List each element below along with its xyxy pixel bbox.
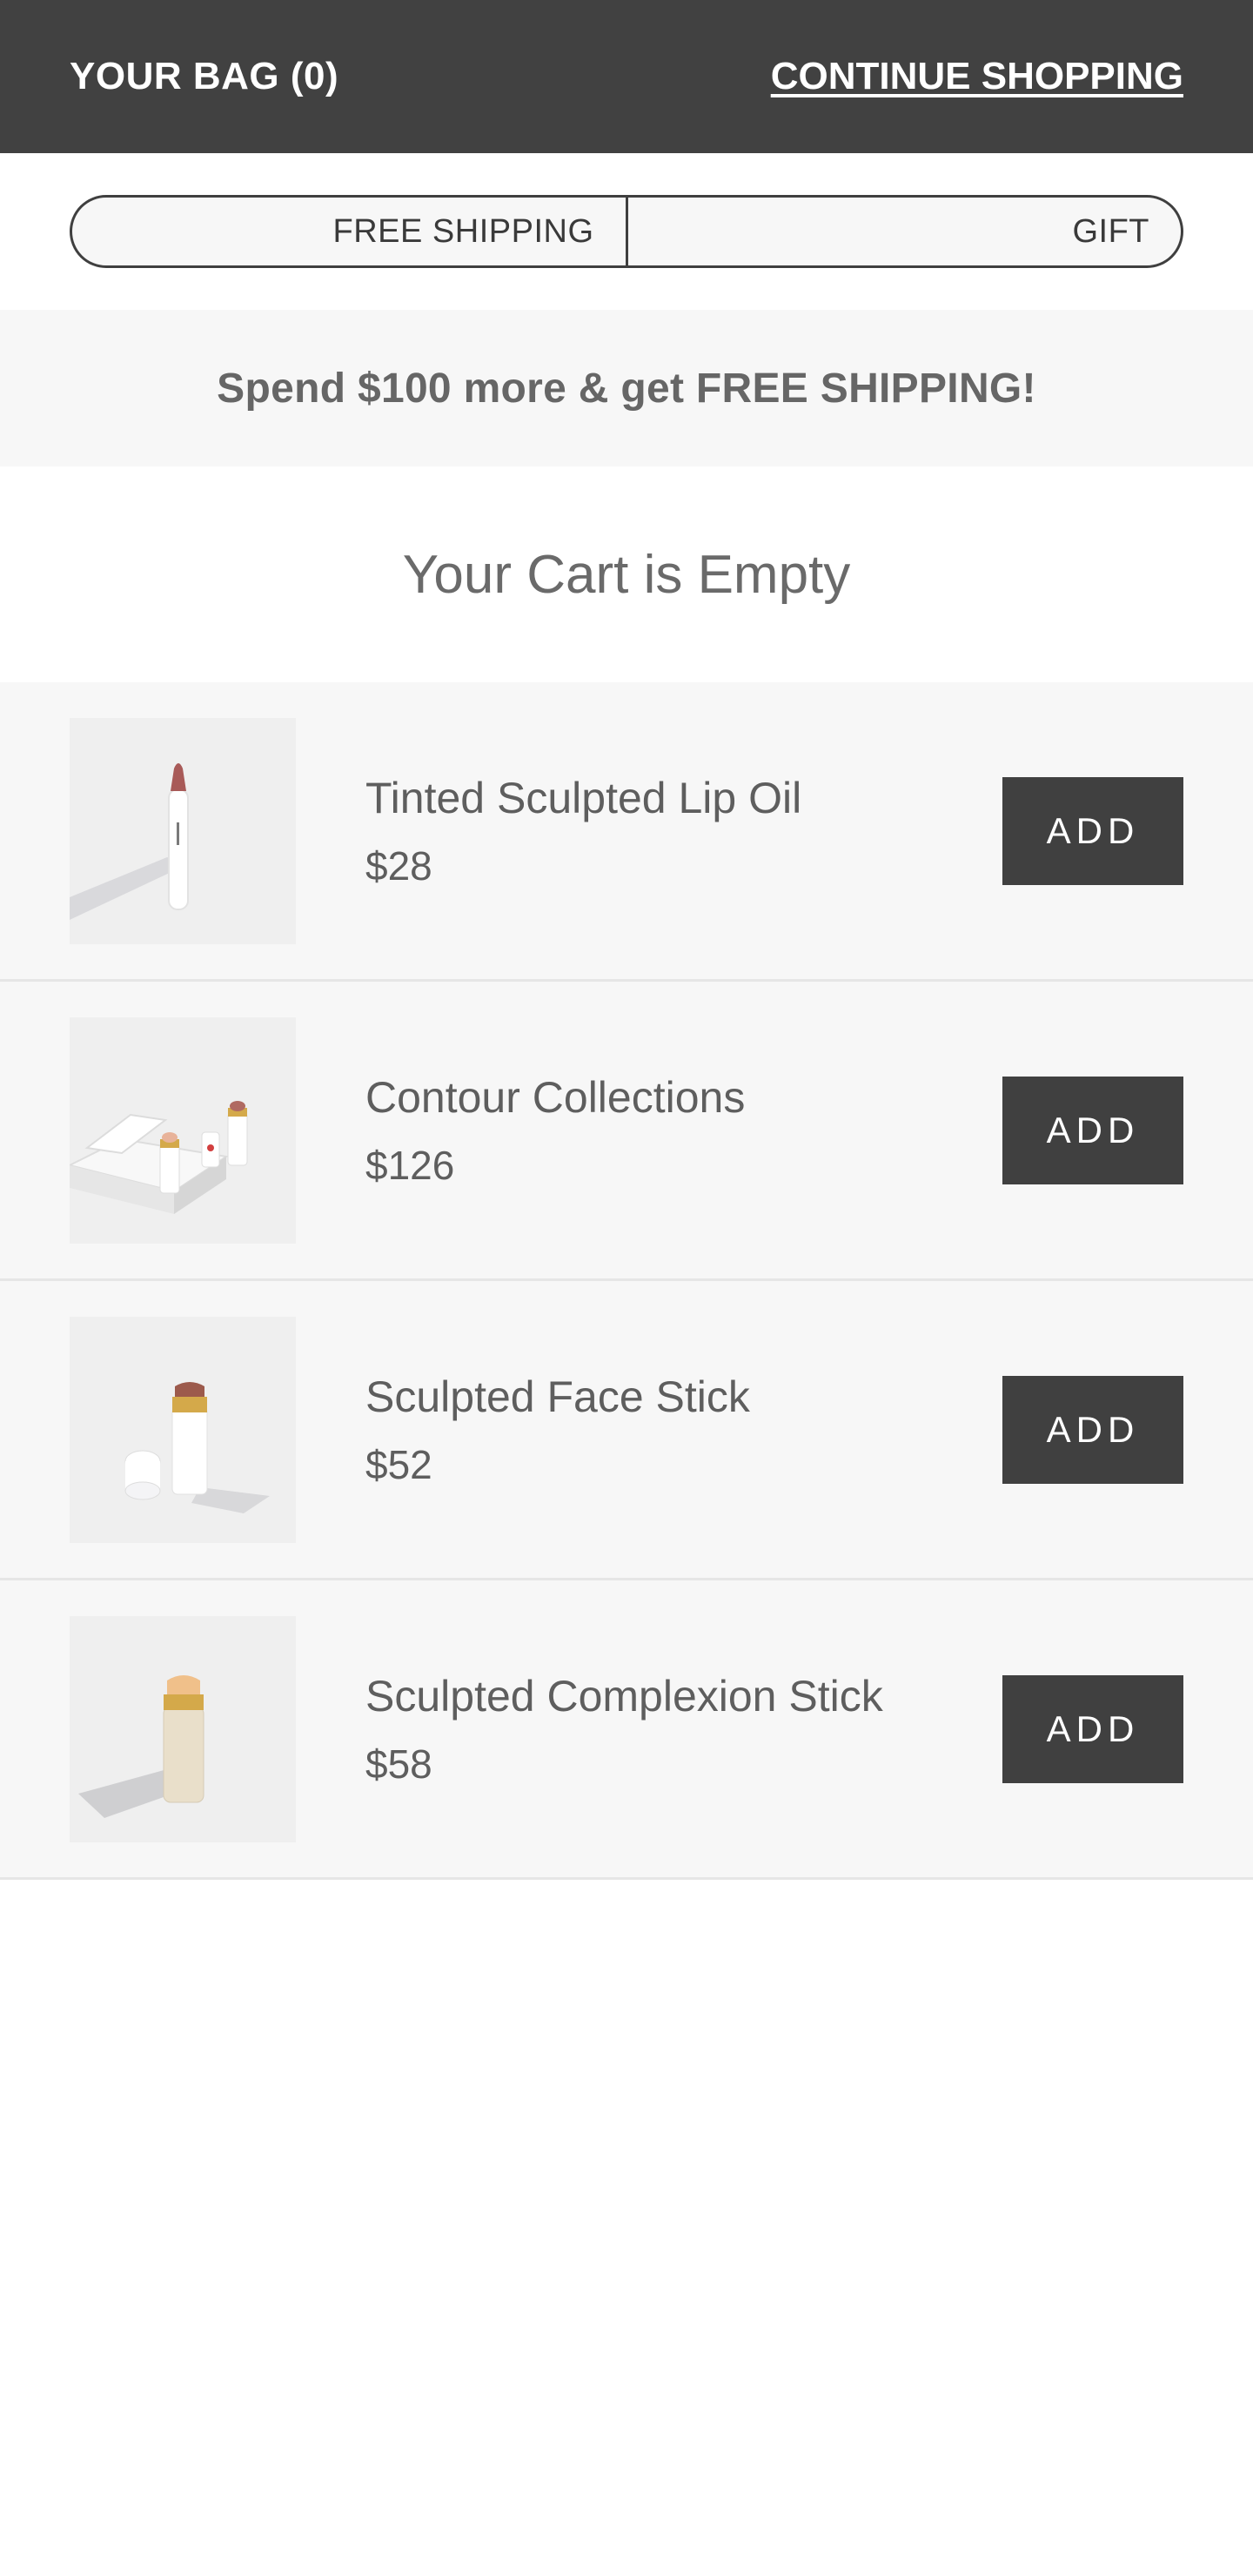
complexion-stick-icon[interactable] bbox=[70, 1615, 296, 1842]
add-button[interactable]: ADD bbox=[1002, 776, 1183, 885]
contour-set-icon[interactable] bbox=[70, 1016, 296, 1244]
empty-cart-message: Your Cart is Empty bbox=[402, 544, 851, 605]
shipping-progress-section: FREE SHIPPING GIFT bbox=[0, 153, 1253, 310]
product-name[interactable]: Sculpted Complexion Stick bbox=[365, 1671, 1002, 1721]
product-info: Sculpted Complexion Stick $58 bbox=[296, 1671, 1002, 1788]
promo-banner: Spend $100 more & get FREE SHIPPING! bbox=[0, 310, 1253, 466]
progress-segment-free-shipping: FREE SHIPPING bbox=[332, 212, 594, 250]
product-info: Tinted Sculpted Lip Oil $28 bbox=[296, 773, 1002, 889]
product-info: Contour Collections $126 bbox=[296, 1072, 1002, 1189]
product-price: $58 bbox=[365, 1741, 432, 1787]
product-price: $126 bbox=[365, 1142, 455, 1188]
product-name[interactable]: Contour Collections bbox=[365, 1072, 1002, 1123]
lip-oil-icon[interactable] bbox=[70, 717, 296, 944]
product-info: Sculpted Face Stick $52 bbox=[296, 1372, 1002, 1488]
product-name[interactable]: Sculpted Face Stick bbox=[365, 1372, 1002, 1422]
product-row: Contour Collections $126 ADD bbox=[0, 982, 1253, 1281]
product-price: $28 bbox=[365, 842, 432, 889]
recommended-products: Tinted Sculpted Lip Oil $28 ADD Contour … bbox=[0, 682, 1253, 1880]
shipping-progress-bar: FREE SHIPPING GIFT bbox=[70, 195, 1183, 268]
continue-shopping-link[interactable]: CONTINUE SHOPPING bbox=[771, 55, 1183, 98]
cart-page: YOUR BAG (0) CONTINUE SHOPPING FREE SHIP… bbox=[0, 0, 1253, 2576]
product-row: Tinted Sculpted Lip Oil $28 ADD bbox=[0, 682, 1253, 982]
add-button[interactable]: ADD bbox=[1002, 1076, 1183, 1184]
face-stick-icon[interactable] bbox=[70, 1316, 296, 1543]
product-row: Sculpted Complexion Stick $58 ADD bbox=[0, 1580, 1253, 1880]
empty-cart-section: Your Cart is Empty bbox=[0, 466, 1253, 682]
bag-title: YOUR BAG (0) bbox=[70, 55, 339, 97]
add-button[interactable]: ADD bbox=[1002, 1674, 1183, 1783]
promo-text: Spend $100 more & get FREE SHIPPING! bbox=[217, 365, 1036, 412]
cart-header: YOUR BAG (0) CONTINUE SHOPPING bbox=[0, 0, 1253, 153]
add-button[interactable]: ADD bbox=[1002, 1375, 1183, 1484]
product-name[interactable]: Tinted Sculpted Lip Oil bbox=[365, 773, 1002, 823]
product-price: $52 bbox=[365, 1441, 432, 1487]
product-row: Sculpted Face Stick $52 ADD bbox=[0, 1281, 1253, 1580]
progress-segment-gift: GIFT bbox=[625, 198, 1182, 265]
